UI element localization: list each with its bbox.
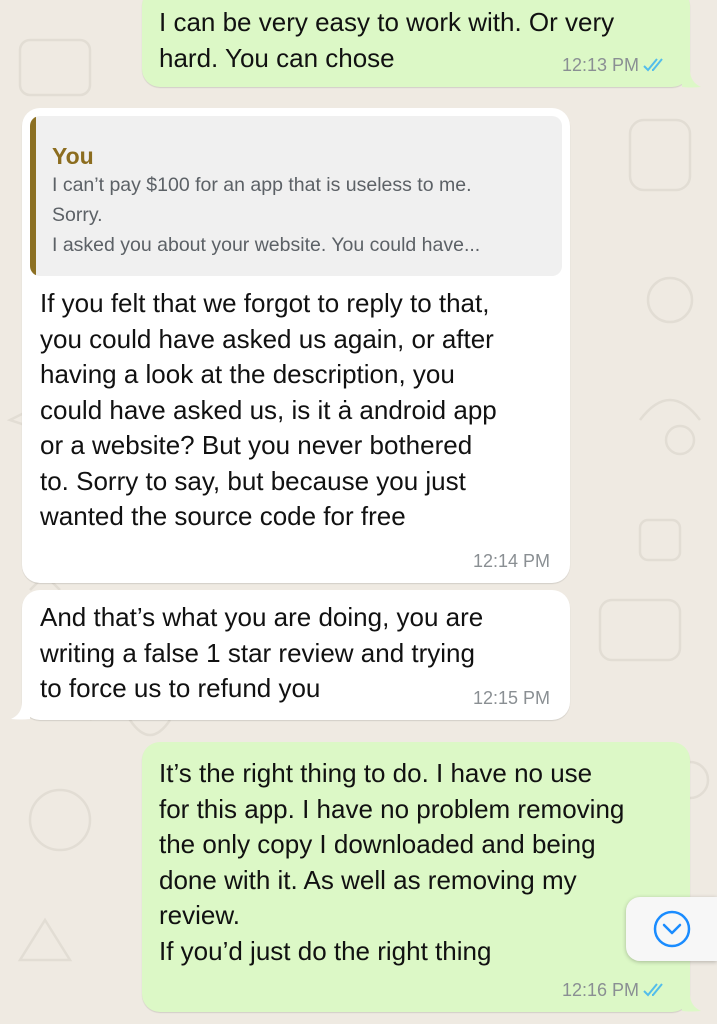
message-time: 12:15 PM xyxy=(472,688,550,708)
message-bubble-outgoing[interactable]: It’s the right thing to do. I have no us… xyxy=(142,742,690,1012)
message-bubble-incoming-reply[interactable]: You I can’t pay $100 for an app that is … xyxy=(22,108,570,583)
message-meta: 12:14 PM xyxy=(473,551,550,571)
message-text: If you felt that we forgot to reply to t… xyxy=(40,288,497,531)
quoted-message[interactable]: You I can’t pay $100 for an app that is … xyxy=(30,116,562,276)
bubble-tail xyxy=(682,70,701,88)
message-meta: 12:13 PM xyxy=(562,55,670,75)
message-text: And that’s what you are doing, you are w… xyxy=(40,602,484,703)
bubble-tail xyxy=(682,994,701,1012)
scroll-to-bottom-button[interactable] xyxy=(626,897,717,961)
message-bubble-outgoing[interactable]: I can be very easy to work with. Or very… xyxy=(142,0,690,87)
message-bubble-incoming[interactable]: And that’s what you are doing, you are w… xyxy=(22,590,570,720)
double-check-icon xyxy=(643,983,663,997)
message-time: 12:16 PM xyxy=(561,980,639,1000)
message-time: 12:13 PM xyxy=(561,55,639,75)
double-check-icon xyxy=(643,58,663,72)
quote-accent-bar xyxy=(30,116,36,276)
message-text: I can be very easy to work with. Or very… xyxy=(159,7,615,73)
chevron-down-circle-icon xyxy=(653,910,690,948)
message-text: It’s the right thing to do. I have no us… xyxy=(159,758,625,966)
quote-text: I can’t pay $100 for an app that is usel… xyxy=(52,174,481,256)
bubble-tail xyxy=(11,702,30,720)
message-time: 12:14 PM xyxy=(472,551,550,571)
message-meta: 12:15 PM xyxy=(473,688,550,708)
message-meta: 12:16 PM xyxy=(562,980,670,1000)
